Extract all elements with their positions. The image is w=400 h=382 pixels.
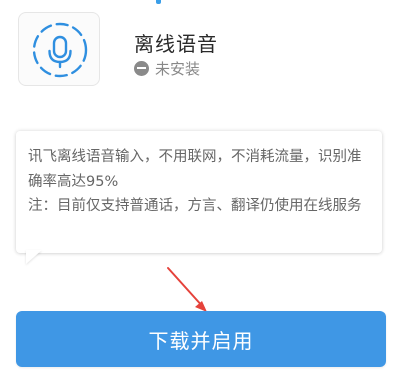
top-indicator xyxy=(156,0,161,4)
offline-voice-app-icon xyxy=(18,12,100,86)
voice-plugin-panel: 离线语音 未安装 讯飞离线语音输入，不用联网，不消耗流量，识别准确率高达95% … xyxy=(0,0,400,382)
microphone-icon xyxy=(32,22,88,78)
description-text: 讯飞离线语音输入，不用联网，不消耗流量，识别准确率高达95% 注：目前仅支持普通… xyxy=(28,145,374,219)
red-arrow-annotation xyxy=(167,267,207,312)
download-and-enable-button[interactable]: 下载并启用 xyxy=(16,311,386,367)
minus-circle-icon xyxy=(134,60,149,76)
bubble-tail xyxy=(26,250,42,264)
status-text: 未安装 xyxy=(155,59,201,78)
install-status: 未安装 xyxy=(134,58,200,78)
description-line-2: 注：目前仅支持普通话，方言、翻译仍使用在线服务 xyxy=(28,198,362,214)
description-line-1: 讯飞离线语音输入，不用联网，不消耗流量，识别准确率高达95% xyxy=(28,149,362,190)
app-title: 离线语音 xyxy=(134,32,218,56)
description-bubble: 讯飞离线语音输入，不用联网，不消耗流量，识别准确率高达95% 注：目前仅支持普通… xyxy=(16,131,382,253)
